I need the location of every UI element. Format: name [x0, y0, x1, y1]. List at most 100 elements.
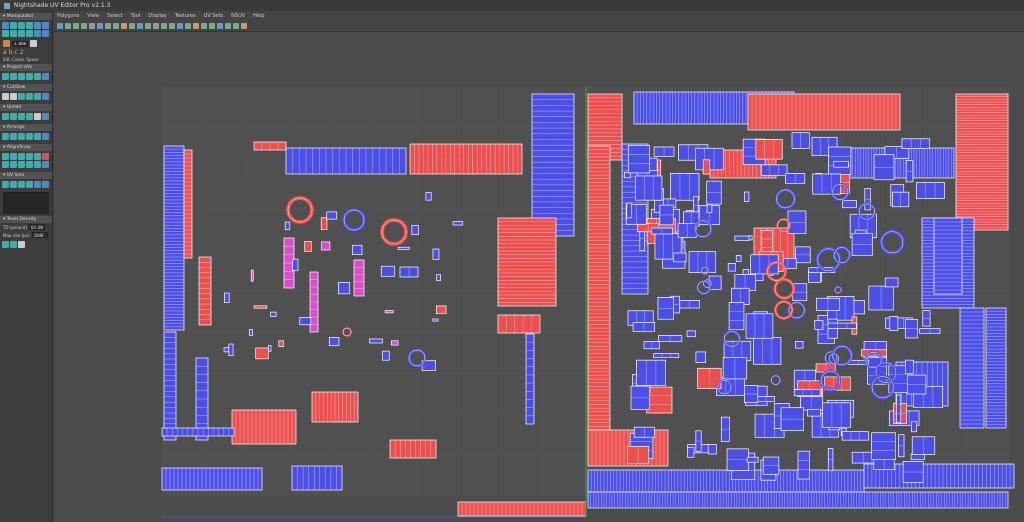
- uv-shell[interactable]: [695, 430, 702, 452]
- uv-shell[interactable]: [746, 456, 759, 463]
- uv-shell[interactable]: [902, 461, 924, 484]
- uv-shell[interactable]: [636, 359, 666, 386]
- orient-shells-icon[interactable]: [10, 133, 17, 140]
- uv-shell[interactable]: [833, 160, 849, 168]
- uv-shell[interactable]: [231, 409, 297, 445]
- uv-shell[interactable]: [955, 93, 1009, 231]
- section-arrange[interactable]: Arrange: [0, 124, 52, 131]
- uv-shell[interactable]: [452, 221, 464, 226]
- snap-icon[interactable]: [2, 161, 9, 168]
- uv-shell[interactable]: [658, 335, 683, 342]
- uv-shell[interactable]: [901, 138, 930, 150]
- uv-shell[interactable]: [827, 448, 834, 472]
- uv-shell[interactable]: [587, 491, 1009, 509]
- uv-shell[interactable]: [391, 340, 399, 346]
- contour-project-icon[interactable]: [42, 73, 49, 80]
- uv-shell[interactable]: [744, 385, 759, 403]
- uv-shell[interactable]: [299, 317, 312, 326]
- uv-shell[interactable]: [435, 305, 447, 315]
- abc-b[interactable]: b: [9, 49, 13, 56]
- uv-shell[interactable]: [891, 191, 910, 208]
- uv-shell[interactable]: [399, 266, 419, 278]
- overlap-icon[interactable]: [241, 23, 247, 29]
- uv-shell[interactable]: [785, 173, 806, 184]
- menu-view[interactable]: View: [87, 11, 99, 21]
- straighten-icon[interactable]: [34, 113, 41, 120]
- uv-shell[interactable]: [270, 311, 277, 317]
- uv-shell[interactable]: [253, 305, 268, 309]
- uv-shell[interactable]: [278, 340, 284, 347]
- uv-shell[interactable]: [871, 432, 896, 460]
- uv-shell[interactable]: [907, 374, 927, 395]
- uv-shell[interactable]: [497, 314, 541, 334]
- section-align-snap[interactable]: Align/Snap: [0, 144, 52, 151]
- uv-shell[interactable]: [161, 427, 235, 437]
- uv-shell[interactable]: [531, 93, 575, 237]
- uv-shell[interactable]: [868, 285, 894, 311]
- spherical-project-icon[interactable]: [18, 73, 25, 80]
- cylindrical-project-icon[interactable]: [10, 73, 17, 80]
- uv-shell[interactable]: [884, 277, 899, 288]
- align-left-icon[interactable]: [2, 153, 9, 160]
- uv-set-delete-icon[interactable]: [26, 181, 33, 188]
- uv-shell[interactable]: [250, 269, 254, 282]
- exposure-icon[interactable]: [201, 23, 207, 29]
- uv-shell[interactable]: [268, 345, 272, 352]
- rotate-tool-icon[interactable]: [18, 22, 25, 29]
- uv-shell[interactable]: [183, 149, 193, 259]
- uv-shell[interactable]: [630, 385, 650, 410]
- uv-shell[interactable]: [650, 227, 673, 235]
- uv-set-copy-icon[interactable]: [10, 181, 17, 188]
- uv-shell[interactable]: [911, 436, 936, 455]
- uv-shell[interactable]: [163, 331, 177, 441]
- section-unfold[interactable]: Unfold: [0, 104, 52, 111]
- unfold-u-icon[interactable]: [10, 113, 17, 120]
- cut-sew-tool-icon[interactable]: [42, 93, 49, 100]
- planar-project-icon[interactable]: [2, 73, 9, 80]
- uv-set-refresh-icon[interactable]: [42, 181, 49, 188]
- uv-shell[interactable]: [911, 421, 918, 433]
- uv-shell[interactable]: [409, 143, 523, 175]
- move-down-icon[interactable]: [10, 30, 17, 37]
- uv-shell[interactable]: [657, 297, 674, 320]
- menu-nsuv[interactable]: NSUV: [231, 11, 245, 21]
- isolate-icon[interactable]: [161, 23, 167, 29]
- gather-icon[interactable]: [42, 133, 49, 140]
- uv-shell[interactable]: [898, 434, 905, 458]
- uv-shell[interactable]: [653, 353, 680, 358]
- uv-shell[interactable]: [338, 281, 351, 295]
- uv-shell[interactable]: [816, 297, 840, 311]
- select-edge-icon[interactable]: [73, 23, 79, 29]
- uv-shell[interactable]: [646, 386, 673, 414]
- rotate-ccw-icon[interactable]: [42, 30, 49, 37]
- relax-icon[interactable]: [42, 113, 49, 120]
- camera-project-icon[interactable]: [34, 73, 41, 80]
- uv-shell[interactable]: [253, 141, 287, 151]
- uv-shell[interactable]: [727, 263, 736, 272]
- uv-shell[interactable]: [525, 333, 535, 425]
- uv-shell[interactable]: [255, 347, 269, 360]
- uv-shell[interactable]: [587, 145, 611, 431]
- uv-shell[interactable]: [864, 188, 871, 211]
- move-sew-icon[interactable]: [34, 93, 41, 100]
- section-project-uvs[interactable]: Project UVs: [0, 64, 52, 71]
- uv-shell[interactable]: [933, 217, 963, 295]
- uv-shell[interactable]: [795, 340, 804, 349]
- uv-shell[interactable]: [457, 501, 587, 517]
- merge-icon[interactable]: [26, 93, 33, 100]
- uv-shell[interactable]: [224, 292, 230, 303]
- distribute-icon[interactable]: [34, 133, 41, 140]
- shaded-icon[interactable]: [137, 23, 143, 29]
- manipulator-value-input[interactable]: [12, 40, 28, 47]
- set-td-icon[interactable]: [10, 241, 17, 248]
- menu-textures[interactable]: Textures: [175, 11, 196, 21]
- uv-set-options-icon[interactable]: [34, 181, 41, 188]
- move-right-icon[interactable]: [26, 30, 33, 37]
- uv-shell[interactable]: [163, 145, 185, 331]
- align-right-icon[interactable]: [18, 153, 25, 160]
- uv-shell[interactable]: [822, 402, 851, 428]
- menu-select[interactable]: Select: [107, 11, 122, 21]
- uv-shell[interactable]: [328, 336, 340, 347]
- uv-shell[interactable]: [635, 175, 663, 201]
- uv-shell[interactable]: [497, 217, 557, 307]
